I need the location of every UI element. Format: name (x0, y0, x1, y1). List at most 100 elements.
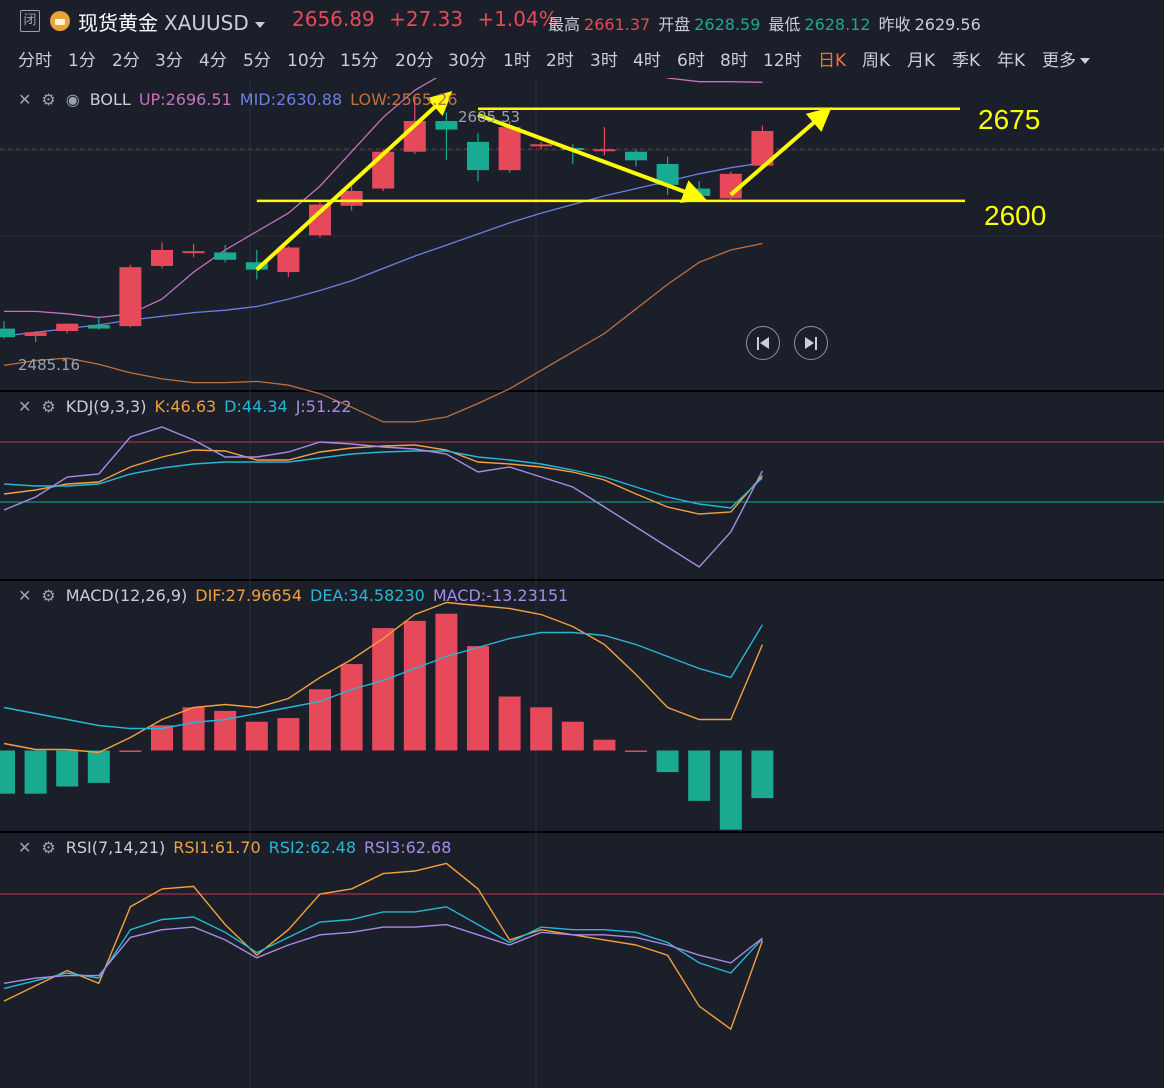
candle-body-7 (214, 252, 237, 260)
candle-body-0 (0, 328, 15, 338)
rsi-2-value: RSI2:62.48 (268, 838, 357, 857)
rsi-3-value: RSI3:62.68 (364, 838, 452, 857)
macd-bar-18 (561, 721, 584, 751)
tab-1[interactable]: 1分 (68, 46, 96, 71)
macd-bar-17 (530, 707, 553, 751)
price-change-pct: +1.04% (477, 7, 558, 31)
tab-0[interactable]: 分时 (18, 46, 52, 71)
boll-low-value: LOW:2565.26 (350, 90, 458, 109)
candle-body-2 (56, 323, 79, 332)
tab-4[interactable]: 4分 (199, 46, 227, 71)
macd-bar-14 (435, 613, 458, 751)
max-price-label: 2685.53 (458, 108, 521, 126)
macd-bar-12 (372, 628, 395, 751)
kdj-d-value: D:44.34 (224, 397, 288, 416)
price-change: +27.33 (389, 7, 464, 31)
gear-icon[interactable]: ⚙ (41, 397, 55, 416)
candle-body-19 (593, 149, 616, 152)
tab-3[interactable]: 3分 (155, 46, 183, 71)
gear-icon[interactable]: ⚙ (41, 838, 55, 857)
trend-arrow-2 (729, 107, 832, 197)
macd-bar-19 (593, 739, 616, 751)
previous-button[interactable] (746, 326, 780, 360)
candle-body-12 (372, 151, 395, 189)
macd-bar-6 (182, 707, 205, 751)
rsi-RSI2-line (3, 906, 763, 990)
candle-body-16 (498, 127, 521, 171)
close-icon[interactable]: ✕ (18, 90, 31, 109)
macd-macd-value: MACD:-13.23151 (432, 586, 569, 605)
tab-9[interactable]: 30分 (448, 46, 487, 71)
macd-bar-11 (340, 664, 363, 751)
candle-body-6 (182, 251, 205, 254)
close-icon[interactable]: ✕ (18, 838, 31, 857)
kdj-title: ✕ ⚙ KDJ(9,3,3) K:46.63 D:44.34 J:51.22 (18, 397, 352, 416)
tab-8[interactable]: 20分 (395, 46, 434, 71)
chevron-down-icon (1080, 58, 1090, 64)
low-label: 最低 (768, 15, 801, 34)
kdj-j-value: J:51.22 (295, 397, 352, 416)
rsi-1-value: RSI1:61.70 (173, 838, 261, 857)
candle-body-17 (530, 144, 553, 147)
tab-19[interactable]: 月K (907, 46, 935, 71)
rsi-name: RSI(7,14,21) (65, 838, 166, 857)
tab-13[interactable]: 4时 (633, 46, 661, 71)
boll-mid-value: MID:2630.88 (239, 90, 343, 109)
open-value: 2628.59 (694, 15, 761, 34)
candle-body-15 (467, 141, 489, 171)
gear-icon[interactable]: ⚙ (41, 90, 55, 109)
gear-icon[interactable]: ⚙ (41, 586, 55, 605)
tab-5[interactable]: 5分 (243, 46, 271, 71)
trend-arrow-0 (255, 91, 453, 272)
tab-7[interactable]: 15分 (340, 46, 379, 71)
next-button[interactable] (794, 326, 828, 360)
symbol-code: XAUUSD (164, 11, 249, 35)
tab-10[interactable]: 1时 (503, 46, 531, 71)
quote-stats: 最高 2661.37 开盘 2628.59 最低 2628.12 昨收 2629.56 (548, 11, 981, 35)
low-value: 2628.12 (804, 15, 871, 34)
candle-body-5 (151, 249, 173, 266)
tab-20[interactable]: 季K (952, 46, 980, 71)
tab-11[interactable]: 2时 (546, 46, 574, 71)
kdj-K-line (3, 444, 763, 515)
macd-bar-20 (625, 750, 647, 752)
close-icon[interactable]: ✕ (18, 586, 31, 605)
macd-bar-15 (467, 646, 489, 751)
tab-22[interactable]: 更多 (1042, 46, 1090, 71)
close-window-button[interactable]: 闭 (20, 10, 40, 32)
macd-bar-4 (119, 750, 142, 752)
macd-bar-21 (656, 750, 679, 773)
eye-icon[interactable]: ◉ (66, 90, 80, 109)
quote-header: 闭 现货黄金 XAUUSD 2656.89 +27.33 +1.04% 最高 266… (0, 0, 1164, 78)
macd-bar-9 (277, 718, 300, 751)
candle-body-11 (340, 191, 363, 206)
chevron-down-icon (254, 21, 265, 28)
tab-17[interactable]: 日K (818, 46, 846, 71)
tab-12[interactable]: 3时 (590, 46, 618, 71)
close-icon[interactable]: ✕ (18, 397, 31, 416)
candle-body-1 (24, 332, 47, 336)
rsi-RSI1-line (3, 862, 764, 1031)
macd-title: ✕ ⚙ MACD(12,26,9) DIF:27.96654 DEA:34.58230 M… (18, 586, 568, 605)
high-label: 最高 (548, 15, 581, 34)
tab-14[interactable]: 6时 (677, 46, 705, 71)
candle-body-20 (625, 151, 647, 161)
candle-body-4 (119, 267, 142, 327)
boll-up-line (4, 78, 763, 319)
tab-16[interactable]: 12时 (763, 46, 802, 71)
boll-title: ✕ ⚙ ◉ BOLL UP:2696.51 MID:2630.88 LOW:2565.26 (18, 90, 458, 109)
macd-bar-2 (56, 750, 79, 787)
tab-21[interactable]: 年K (997, 46, 1025, 71)
tab-6[interactable]: 10分 (287, 46, 326, 71)
macd-bar-8 (245, 721, 268, 751)
macd-bar-3 (87, 750, 110, 783)
symbol-selector[interactable]: 现货黄金 XAUUSD (78, 7, 265, 36)
open-label: 开盘 (658, 15, 691, 34)
level-2600-label: 2600 (984, 200, 1047, 231)
tab-18[interactable]: 周K (862, 46, 890, 71)
candle-body-3 (87, 324, 110, 329)
macd-dif-value: DIF:27.96654 (195, 586, 302, 605)
tab-15[interactable]: 8时 (720, 46, 748, 71)
tab-2[interactable]: 2分 (112, 46, 140, 71)
candle-body-14 (435, 120, 458, 130)
